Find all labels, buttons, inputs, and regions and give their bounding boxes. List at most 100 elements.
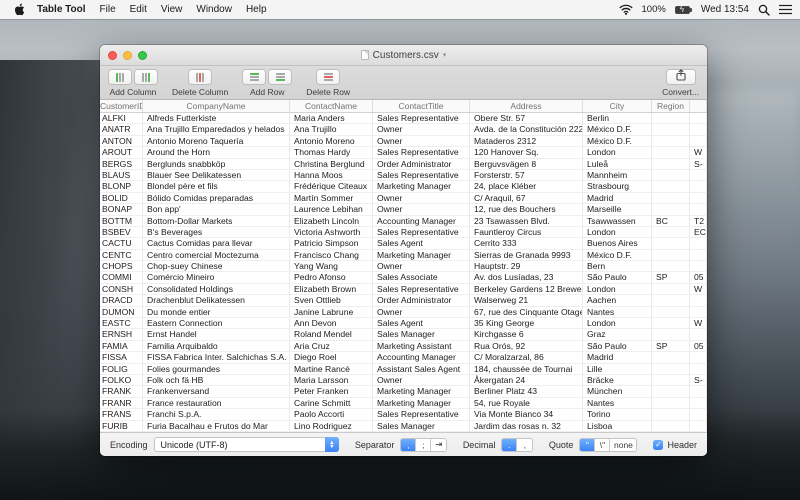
table-cell[interactable]: Antonio Moreno Taquería [143, 135, 290, 147]
table-cell[interactable]: Sales Representative [373, 169, 470, 181]
table-cell[interactable]: FRANS [100, 409, 143, 420]
table-cell[interactable]: BSBEV [100, 226, 143, 238]
apple-menu-icon[interactable] [14, 3, 27, 16]
table-cell[interactable]: AROUT [100, 147, 143, 158]
table-cell[interactable]: W [690, 283, 707, 295]
table-cell[interactable]: Du monde entier [143, 306, 290, 318]
table-cell[interactable]: Mataderos 2312 [470, 135, 583, 147]
table-cell[interactable]: B's Beverages [143, 226, 290, 238]
title-bar[interactable]: Customers.csv ▾ [100, 45, 707, 66]
table-cell[interactable]: Familia Arquibaldo [143, 340, 290, 352]
table-cell[interactable]: W [690, 318, 707, 329]
table-cell[interactable]: 24, place Kléber [470, 181, 583, 192]
table-cell[interactable]: CONSH [100, 283, 143, 295]
table-cell[interactable] [690, 135, 707, 147]
table-cell[interactable]: Carine Schmitt [290, 397, 373, 409]
table-cell[interactable] [690, 295, 707, 306]
table-cell[interactable]: T2 [690, 215, 707, 226]
table-cell[interactable]: Berlin [583, 113, 652, 124]
table-cell[interactable]: Sales Representative [373, 283, 470, 295]
column-header-Region[interactable]: Region [652, 100, 690, 112]
table-cell[interactable]: 67, rue des Cinquante Otages [470, 306, 583, 318]
table-cell[interactable]: Comércio Mineiro [143, 272, 290, 283]
table-cell[interactable]: Maria Anders [290, 113, 373, 124]
table-cell[interactable]: Peter Franken [290, 386, 373, 397]
table-cell[interactable]: Marketing Manager [373, 249, 470, 261]
table-cell[interactable]: Jardim das rosas n. 32 [470, 420, 583, 431]
table-cell[interactable]: Marketing Manager [373, 397, 470, 409]
decimal-option-1[interactable]: , [517, 438, 532, 451]
table-cell[interactable]: ALFKI [100, 113, 143, 124]
table-cell[interactable]: Lisboa [583, 420, 652, 431]
table-cell[interactable]: Ana Trujillo [290, 124, 373, 135]
table-cell[interactable]: FISSA Fabrica Inter. Salchichas S.A. [143, 352, 290, 363]
table-cell[interactable]: Sales Manager [373, 329, 470, 340]
table-cell[interactable] [690, 181, 707, 192]
table-cell[interactable] [652, 261, 690, 272]
table-cell[interactable]: Aria Cruz [290, 340, 373, 352]
document-proxy-icon[interactable] [360, 50, 369, 60]
table-cell[interactable]: C/ Moralzarzal, 86 [470, 352, 583, 363]
table-cell[interactable] [652, 181, 690, 192]
table-cell[interactable]: Assistant Sales Agent [373, 363, 470, 374]
table-cell[interactable]: BOTTM [100, 215, 143, 226]
table-cell[interactable] [652, 352, 690, 363]
table-cell[interactable]: Sales Associate [373, 272, 470, 283]
table-cell[interactable]: Nantes [583, 397, 652, 409]
table-cell[interactable]: Frédérique Citeaux [290, 181, 373, 192]
table-cell[interactable] [652, 204, 690, 215]
table-cell[interactable] [652, 192, 690, 204]
table-cell[interactable]: Accounting Manager [373, 215, 470, 226]
table-cell[interactable] [652, 283, 690, 295]
table-cell[interactable]: Laurence Lebihan [290, 204, 373, 215]
column-header-City[interactable]: City [583, 100, 652, 112]
table-cell[interactable]: Owner [373, 124, 470, 135]
table-cell[interactable]: 35 King George [470, 318, 583, 329]
table-cell[interactable] [690, 397, 707, 409]
table-cell[interactable]: COMMI [100, 272, 143, 283]
table-cell[interactable]: BONAP [100, 204, 143, 215]
table-cell[interactable]: Around the Horn [143, 147, 290, 158]
column-header-clipped[interactable] [690, 100, 707, 112]
table-cell[interactable] [690, 204, 707, 215]
table-cell[interactable] [690, 306, 707, 318]
table-cell[interactable]: Marketing Manager [373, 386, 470, 397]
table-cell[interactable]: Marketing Assistant [373, 340, 470, 352]
table-cell[interactable]: Sales Agent [373, 318, 470, 329]
table-cell[interactable]: Bräcke [583, 374, 652, 386]
menu-clock[interactable]: Wed 13:54 [701, 4, 749, 15]
table-cell[interactable] [652, 147, 690, 158]
menu-edit[interactable]: Edit [130, 4, 147, 15]
table-cell[interactable]: Madrid [583, 192, 652, 204]
table-cell[interactable]: Order Administrator [373, 295, 470, 306]
table-cell[interactable] [690, 249, 707, 261]
table-cell[interactable]: Hauptstr. 29 [470, 261, 583, 272]
table-cell[interactable] [690, 420, 707, 431]
table-cell[interactable]: Ernst Handel [143, 329, 290, 340]
table-cell[interactable]: FOLIG [100, 363, 143, 374]
table-cell[interactable]: BLONP [100, 181, 143, 192]
table-cell[interactable] [652, 226, 690, 238]
table-cell[interactable] [652, 374, 690, 386]
table-cell[interactable]: ERNSH [100, 329, 143, 340]
table-cell[interactable]: Order Administrator [373, 158, 470, 169]
table-cell[interactable] [652, 113, 690, 124]
column-header-CustomerID[interactable]: CustomerID [100, 100, 143, 112]
table-cell[interactable]: São Paulo [583, 340, 652, 352]
table-cell[interactable] [652, 397, 690, 409]
header-checkbox[interactable]: ✓ [653, 439, 664, 450]
table-cell[interactable]: Walserweg 21 [470, 295, 583, 306]
table-cell[interactable]: Martine Rancé [290, 363, 373, 374]
title-chevron-icon[interactable]: ▾ [443, 51, 447, 59]
table-cell[interactable]: London [583, 283, 652, 295]
table-cell[interactable]: Christina Berglund [290, 158, 373, 169]
wifi-icon[interactable] [619, 4, 633, 15]
table-cell[interactable]: México D.F. [583, 124, 652, 135]
separator-option-0[interactable]: , [401, 438, 417, 451]
table-cell[interactable]: Owner [373, 306, 470, 318]
table-cell[interactable]: Marketing Manager [373, 181, 470, 192]
quote-option-0[interactable]: " [580, 438, 596, 451]
table-cell[interactable]: Sales Manager [373, 420, 470, 431]
table-cell[interactable]: Janine Labrune [290, 306, 373, 318]
table-cell[interactable]: Consolidated Holdings [143, 283, 290, 295]
